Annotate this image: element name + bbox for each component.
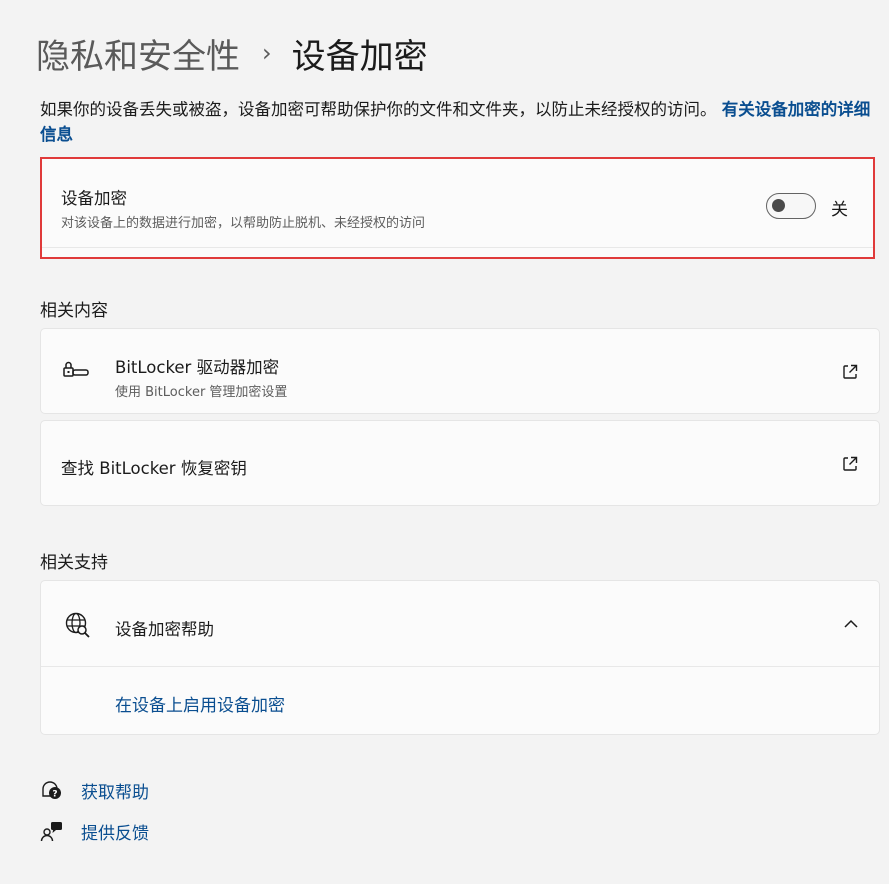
intro-text: 如果你的设备丢失或被盗，设备加密可帮助保护你的文件和文件夹，以防止未经授权的访问… <box>40 100 717 119</box>
toggle-state-label: 关 <box>831 200 848 220</box>
device-encryption-help-expander: 设备加密帮助 在设备上启用设备加密 <box>40 580 880 735</box>
feedback-link[interactable]: 提供反馈 <box>40 819 149 844</box>
bitlocker-subtitle: 使用 BitLocker 管理加密设置 <box>115 385 288 400</box>
related-content-heading: 相关内容 <box>40 301 108 321</box>
svg-text:?: ? <box>52 789 57 799</box>
breadcrumb: 隐私和安全性 › 设备加密 <box>36 29 428 78</box>
intro-description: 如果你的设备丢失或被盗，设备加密可帮助保护你的文件和文件夹，以防止未经授权的访问… <box>40 97 876 147</box>
get-help-label: 获取帮助 <box>81 783 149 803</box>
settings-page: 隐私和安全性 › 设备加密 如果你的设备丢失或被盗，设备加密可帮助保护你的文件和… <box>0 0 889 884</box>
device-encryption-toggle[interactable] <box>766 193 816 219</box>
feedback-label: 提供反馈 <box>81 824 149 844</box>
find-recovery-key-title: 查找 BitLocker 恢复密钥 <box>61 459 247 478</box>
related-support-heading: 相关支持 <box>40 553 108 573</box>
enable-device-encryption-link[interactable]: 在设备上启用设备加密 <box>115 691 285 716</box>
bitlocker-title: BitLocker 驱动器加密 <box>115 358 280 377</box>
device-encryption-card: 设备加密 对该设备上的数据进行加密，以帮助防止脱机、未经授权的访问 关 <box>40 157 875 259</box>
chevron-up-icon[interactable] <box>843 617 859 631</box>
globe-search-icon <box>63 611 91 639</box>
help-chat-icon: ? <box>40 779 64 803</box>
card-divider <box>42 247 873 248</box>
toggle-knob <box>772 199 785 212</box>
device-encryption-description: 对该设备上的数据进行加密，以帮助防止脱机、未经授权的访问 <box>61 216 426 231</box>
find-recovery-key-item[interactable]: 查找 BitLocker 恢复密钥 <box>40 420 880 506</box>
breadcrumb-separator: › <box>262 39 272 67</box>
get-help-link[interactable]: ? 获取帮助 <box>40 778 149 803</box>
help-divider <box>41 666 879 667</box>
bitlocker-text: BitLocker 驱动器加密 使用 BitLocker 管理加密设置 <box>115 354 287 400</box>
external-link-icon <box>841 363 859 381</box>
help-title: 设备加密帮助 <box>115 620 214 639</box>
page-title: 设备加密 <box>291 36 428 77</box>
bitlocker-key-icon <box>62 359 90 379</box>
help-expander-header[interactable]: 设备加密帮助 <box>41 581 879 666</box>
device-encryption-title: 设备加密 <box>61 189 127 208</box>
breadcrumb-parent[interactable]: 隐私和安全性 <box>36 29 240 78</box>
feedback-person-icon <box>40 820 64 844</box>
bitlocker-drive-encryption-item[interactable]: BitLocker 驱动器加密 使用 BitLocker 管理加密设置 <box>40 328 880 414</box>
external-link-icon <box>841 455 859 473</box>
device-encryption-text: 设备加密 对该设备上的数据进行加密，以帮助防止脱机、未经授权的访问 <box>61 185 425 231</box>
